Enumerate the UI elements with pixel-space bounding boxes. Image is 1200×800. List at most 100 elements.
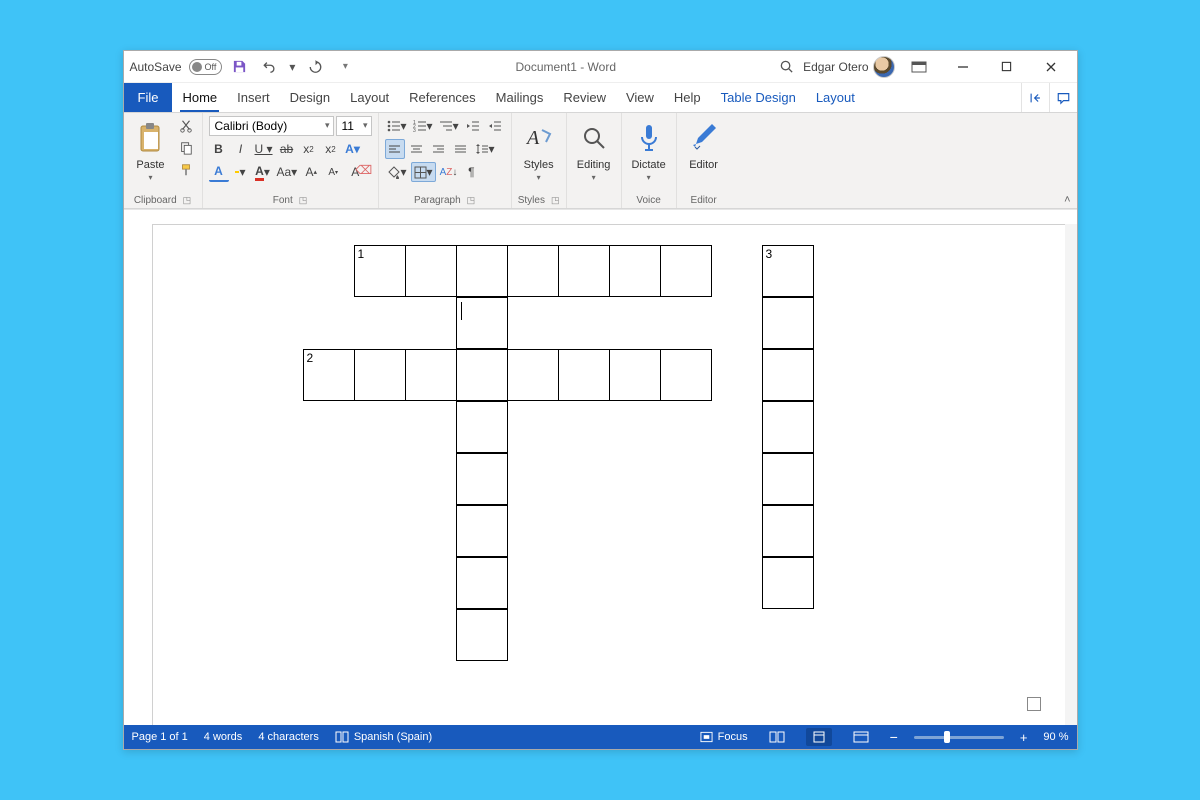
file-tab[interactable]: File [124,83,173,112]
cell[interactable] [456,505,508,557]
tab-table-layout[interactable]: Layout [806,83,865,112]
dialog-launcher-icon[interactable]: ◳ [299,195,308,206]
change-case-button[interactable]: Aa▾ [275,162,300,182]
line-spacing-icon[interactable]: ▾ [473,139,497,159]
copy-icon[interactable] [176,138,196,158]
sort-icon[interactable]: AZ↓ [438,162,460,182]
shrink-font-icon[interactable]: A▾ [323,162,343,182]
strikethrough-button[interactable]: ab [277,139,297,159]
web-layout-icon[interactable] [848,728,874,746]
read-mode-icon[interactable] [764,728,790,746]
align-justify-icon[interactable] [451,139,471,159]
cell[interactable] [762,349,814,401]
editor-button[interactable]: Editor [683,116,725,173]
cell[interactable] [456,349,508,401]
italic-button[interactable]: I [231,139,251,159]
cell-2[interactable]: 2 [303,349,355,401]
superscript-button[interactable]: x2 [321,139,341,159]
status-page[interactable]: Page 1 of 1 [132,731,188,743]
cell[interactable] [762,453,814,505]
bullet-list-icon[interactable]: ▾ [385,116,409,136]
dialog-launcher-icon[interactable]: ◳ [551,195,560,206]
tab-insert[interactable]: Insert [227,83,280,112]
undo-icon[interactable] [256,54,282,80]
comments-icon[interactable] [1049,83,1077,112]
close-button[interactable] [1031,54,1071,80]
dialog-launcher-icon[interactable]: ◳ [467,195,476,206]
cell[interactable] [354,349,406,401]
clear-formatting-icon[interactable]: A⌫ [345,162,365,182]
share-icon[interactable] [1021,83,1049,112]
cell[interactable] [609,245,661,297]
highlight-icon[interactable]: ▾ [231,162,251,182]
styles-button[interactable]: A Styles ▾ [518,116,560,184]
increase-indent-icon[interactable] [485,116,505,136]
tab-table-design[interactable]: Table Design [711,83,806,112]
dialog-launcher-icon[interactable]: ◳ [183,195,192,206]
search-icon[interactable] [773,54,799,80]
cell[interactable] [762,401,814,453]
tab-mailings[interactable]: Mailings [486,83,554,112]
show-marks-icon[interactable]: ¶ [461,162,481,182]
zoom-in-button[interactable]: + [1020,730,1028,745]
cell-cursor[interactable] [456,297,508,349]
cell[interactable] [507,245,559,297]
format-painter-icon[interactable] [176,160,196,180]
tab-layout[interactable]: Layout [340,83,399,112]
document-area[interactable]: 1 3 2 [124,209,1077,725]
cell[interactable] [762,505,814,557]
align-center-icon[interactable] [407,139,427,159]
tab-design[interactable]: Design [280,83,340,112]
autosave-toggle[interactable]: Off [189,59,223,75]
cell[interactable] [456,557,508,609]
scrollbar[interactable] [1065,224,1077,725]
maximize-button[interactable] [987,54,1027,80]
cell-3[interactable]: 3 [762,245,814,297]
undo-dropdown-icon[interactable]: ▾ [286,54,298,80]
font-color-outline-icon[interactable]: A [209,162,229,182]
cell[interactable] [609,349,661,401]
paste-button[interactable]: Paste ▾ [130,116,172,184]
zoom-out-button[interactable]: − [890,729,898,745]
redo-icon[interactable] [302,54,328,80]
cell[interactable] [558,349,610,401]
cut-icon[interactable] [176,116,196,136]
user-name[interactable]: Edgar Otero [803,60,868,74]
status-words[interactable]: 4 words [204,731,243,743]
cell[interactable] [456,453,508,505]
tab-home[interactable]: Home [172,83,227,112]
align-right-icon[interactable] [429,139,449,159]
cell[interactable] [456,609,508,661]
ribbon-display-icon[interactable] [899,54,939,80]
qat-customize-icon[interactable]: ▾ [332,54,358,80]
print-layout-icon[interactable] [806,728,832,746]
zoom-slider[interactable] [914,736,1004,739]
font-size-select[interactable]: 11 [336,116,372,136]
borders-icon[interactable]: ▾ [411,162,436,182]
tab-view[interactable]: View [616,83,664,112]
zoom-thumb[interactable] [944,731,950,743]
cell[interactable] [558,245,610,297]
status-characters[interactable]: 4 characters [258,731,319,743]
font-name-select[interactable]: Calibri (Body) [209,116,334,136]
cell[interactable] [660,245,712,297]
user-avatar[interactable] [873,56,895,78]
align-left-icon[interactable] [385,139,405,159]
cell[interactable] [507,349,559,401]
zoom-percent[interactable]: 90 % [1043,731,1068,743]
underline-button[interactable]: U ▾ [253,139,275,159]
tab-help[interactable]: Help [664,83,711,112]
save-icon[interactable] [226,54,252,80]
text-effects-icon[interactable]: A▾ [343,139,363,159]
shading-icon[interactable]: ▾ [385,162,409,182]
cell[interactable] [762,557,814,609]
cell[interactable] [456,245,508,297]
cell[interactable] [660,349,712,401]
cell-1[interactable]: 1 [354,245,406,297]
grow-font-icon[interactable]: A▴ [301,162,321,182]
tab-review[interactable]: Review [553,83,616,112]
subscript-button[interactable]: x2 [299,139,319,159]
numbered-list-icon[interactable]: 123▾ [411,116,435,136]
cell[interactable] [405,349,457,401]
cell[interactable] [405,245,457,297]
